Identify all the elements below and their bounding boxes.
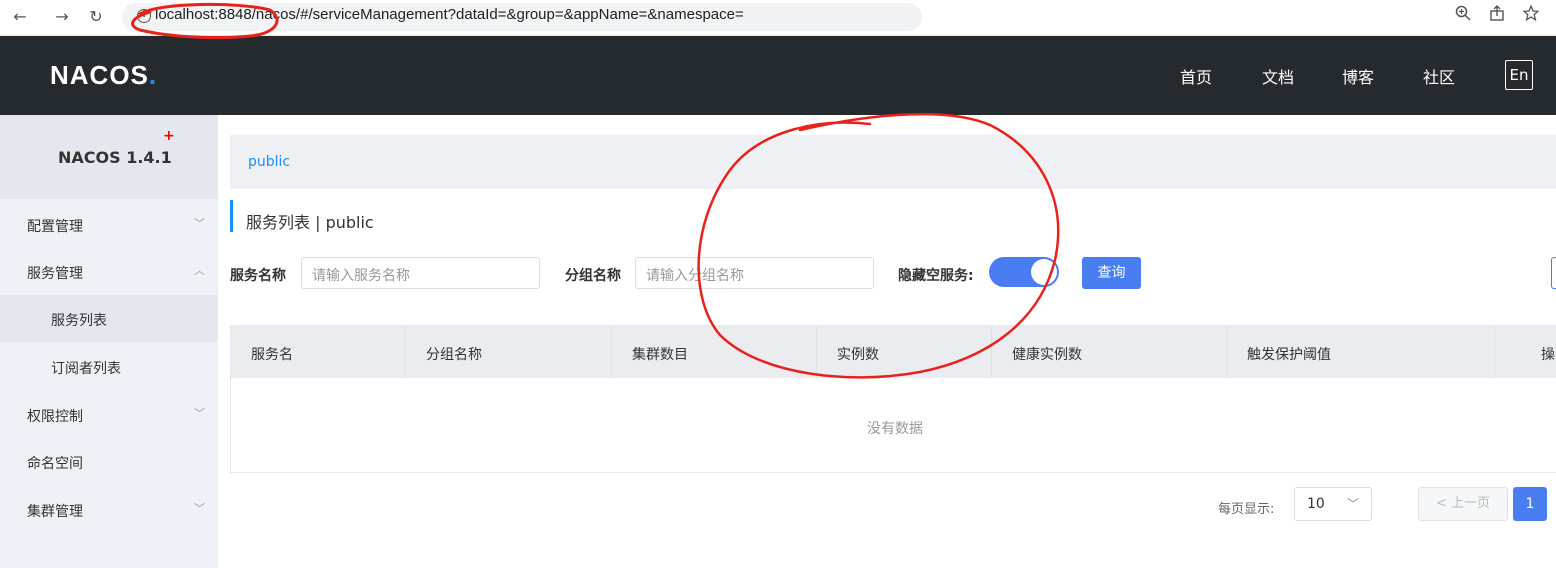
create-service-button[interactable]	[1551, 257, 1556, 289]
empty-table-message: 没有数据	[867, 421, 923, 437]
share-icon[interactable]	[1486, 5, 1508, 25]
column-header-service-name: 服务名	[231, 326, 406, 378]
zoom-icon[interactable]	[1452, 5, 1474, 25]
sidebar-header: NACOS 1.4.1 +	[0, 115, 218, 199]
browser-toolbar: ← → ↻ i localhost:8848/nacos/#/serviceMa…	[0, 0, 1556, 36]
per-page-label: 每页显示:	[1218, 502, 1275, 517]
namespace-bar: public	[230, 135, 1556, 189]
sidebar-item-label: 权限控制	[27, 409, 83, 425]
back-arrow-icon[interactable]: ←	[8, 6, 32, 28]
page-title: 服务列表 | public	[246, 213, 374, 232]
language-switch-button[interactable]: En	[1505, 60, 1533, 90]
chevron-down-icon: ﹀	[1347, 497, 1360, 511]
namespace-tab-public[interactable]: public	[248, 154, 290, 170]
hide-empty-services-toggle[interactable]	[989, 257, 1059, 287]
nacos-logo[interactable]: NACOS.	[50, 60, 157, 91]
forward-arrow-icon[interactable]: →	[50, 6, 74, 28]
group-name-input[interactable]: 请输入分组名称	[635, 257, 874, 289]
sidebar-item-label: 订阅者列表	[51, 361, 121, 377]
column-header-group-name: 分组名称	[406, 326, 612, 378]
table-header: 服务名 分组名称 集群数目 实例数 健康实例数 触发保护阈值 操	[231, 326, 1556, 378]
per-page-value: 10	[1307, 496, 1325, 512]
main-content: public 服务列表 | public 服务名称 请输入服务名称 分组名称 请…	[218, 115, 1556, 568]
service-name-label: 服务名称	[230, 268, 286, 284]
url-text[interactable]: localhost:8848/nacos/#/serviceManagement…	[155, 6, 744, 23]
reload-icon[interactable]: ↻	[84, 6, 108, 28]
sidebar-item-label: 服务管理	[27, 266, 83, 282]
hide-empty-services-label: 隐藏空服务:	[898, 268, 974, 284]
column-header-instance-count: 实例数	[817, 326, 992, 378]
chevron-up-icon: ︿	[194, 264, 205, 277]
query-button[interactable]: 查询	[1082, 257, 1141, 289]
plus-mark-annotation: +	[163, 128, 175, 144]
sidebar-item-label: 服务列表	[51, 313, 107, 329]
nav-link-community[interactable]: 社区	[1423, 64, 1455, 88]
sidebar-item-namespace[interactable]: 命名空间	[0, 438, 218, 485]
chevron-down-icon: ﹀	[194, 407, 205, 420]
sidebar-item-config-management[interactable]: 配置管理 ﹀	[0, 201, 218, 248]
nav-link-home[interactable]: 首页	[1180, 64, 1212, 88]
nav-link-blog[interactable]: 博客	[1342, 64, 1374, 88]
page-number-current[interactable]: 1	[1513, 487, 1547, 521]
info-icon[interactable]: i	[137, 9, 151, 23]
column-header-healthy-instances: 健康实例数	[992, 326, 1227, 378]
column-header-operations: 操	[1541, 347, 1555, 363]
bookmark-star-icon[interactable]	[1520, 4, 1542, 25]
sidebar-item-label: 集群管理	[27, 504, 83, 520]
column-header-protect-threshold: 触发保护阈值	[1227, 326, 1495, 378]
per-page-select[interactable]: 10 ﹀	[1294, 487, 1372, 521]
group-name-label: 分组名称	[565, 268, 621, 284]
sidebar: NACOS 1.4.1 + 配置管理 ﹀ 服务管理 ︿ 服务列表 订阅者列表 权…	[0, 115, 218, 568]
sidebar-item-cluster-management[interactable]: 集群管理 ﹀	[0, 486, 218, 533]
service-name-input[interactable]: 请输入服务名称	[301, 257, 540, 289]
sidebar-item-access-control[interactable]: 权限控制 ﹀	[0, 391, 218, 438]
top-navigation: NACOS. 首页 文档 博客 社区 En	[0, 36, 1556, 115]
sidebar-item-label: 命名空间	[27, 456, 83, 472]
service-table: 服务名 分组名称 集群数目 实例数 健康实例数 触发保护阈值 操 没有数据	[230, 325, 1556, 473]
sidebar-item-label: 配置管理	[27, 219, 83, 235]
title-accent-bar	[230, 200, 233, 232]
column-header-cluster-count: 集群数目	[612, 326, 817, 378]
chevron-down-icon: ﹀	[194, 502, 205, 515]
nav-link-docs[interactable]: 文档	[1262, 64, 1294, 88]
sidebar-item-service-management[interactable]: 服务管理 ︿	[0, 248, 218, 295]
version-label: NACOS 1.4.1	[58, 148, 172, 167]
prev-page-button[interactable]: < 上一页	[1418, 487, 1508, 521]
sidebar-item-service-list[interactable]: 服务列表	[0, 295, 218, 342]
toggle-knob	[1031, 259, 1057, 285]
sidebar-item-subscriber-list[interactable]: 订阅者列表	[0, 343, 218, 390]
chevron-down-icon: ﹀	[194, 217, 205, 230]
